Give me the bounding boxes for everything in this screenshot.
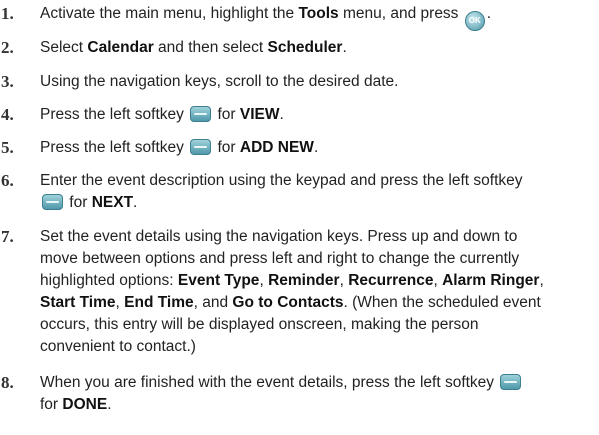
step-text: Enter the event description using the ke… bbox=[40, 170, 596, 214]
text-run: occurs, this entry will be displayed ons… bbox=[40, 316, 479, 333]
step-line: highlighted options: Event Type, Reminde… bbox=[40, 270, 596, 292]
text-run: . bbox=[342, 39, 347, 56]
step-line: for NEXT. bbox=[40, 192, 596, 214]
step-line: Select Calendar and then select Schedule… bbox=[40, 37, 596, 59]
text-run: for bbox=[40, 396, 63, 413]
step-text: Set the event details using the navigati… bbox=[40, 226, 596, 358]
text-run: Activate the main menu, highlight the bbox=[40, 5, 299, 22]
step-line: move between options and press left and … bbox=[40, 248, 596, 270]
text-run: Set the event details using the navigati… bbox=[40, 228, 518, 245]
step-line: occurs, this entry will be displayed ons… bbox=[40, 314, 596, 336]
key-term: Calendar bbox=[87, 39, 154, 56]
step-number: 8. bbox=[1, 373, 14, 392]
text-run: for bbox=[213, 106, 240, 123]
text-run: move between options and press left and … bbox=[40, 250, 520, 267]
key-term: Alarm Ringer bbox=[442, 272, 540, 289]
step-number: 5. bbox=[1, 138, 14, 157]
key-term: NEXT bbox=[91, 194, 134, 211]
text-run: . bbox=[133, 194, 138, 211]
ok-key-icon: OK bbox=[464, 11, 485, 31]
key-term: End Time bbox=[124, 294, 194, 311]
softkey-icon bbox=[190, 106, 212, 122]
text-run: Enter the event description using the ke… bbox=[40, 172, 523, 189]
text-run: , and bbox=[193, 294, 233, 311]
text-run: , bbox=[539, 272, 544, 289]
step-text: When you are finished with the event det… bbox=[40, 372, 596, 416]
step-text: Activate the main menu, highlight the To… bbox=[40, 3, 596, 31]
step-number: 1. bbox=[1, 4, 14, 23]
text-run: , bbox=[115, 294, 125, 311]
step-line: Enter the event description using the ke… bbox=[40, 170, 596, 192]
step-number: 6. bbox=[1, 171, 14, 190]
text-run: Select bbox=[40, 39, 88, 56]
step-text: Using the navigation keys, scroll to the… bbox=[40, 71, 596, 93]
step-line: Press the left softkey for ADD NEW. bbox=[40, 137, 596, 159]
key-term: Scheduler bbox=[267, 39, 343, 56]
key-term: VIEW bbox=[239, 106, 280, 123]
key-term: Reminder bbox=[268, 272, 340, 289]
text-run: . bbox=[279, 106, 284, 123]
text-run: highlighted options: bbox=[40, 272, 178, 289]
key-term: Go to Contacts bbox=[232, 294, 344, 311]
softkey-icon bbox=[190, 139, 212, 155]
text-run: Press the left softkey bbox=[40, 106, 189, 123]
text-run: Using the navigation keys, scroll to the… bbox=[40, 73, 399, 90]
key-term: Tools bbox=[298, 5, 339, 22]
step-text: Select Calendar and then select Schedule… bbox=[40, 37, 596, 59]
text-run: , bbox=[433, 272, 443, 289]
step-line: Start Time, End Time, and Go to Contacts… bbox=[40, 292, 596, 314]
text-run: menu, and press bbox=[338, 5, 463, 22]
key-term: Event Type bbox=[177, 272, 260, 289]
step-line: Using the navigation keys, scroll to the… bbox=[40, 71, 596, 93]
text-run: and then select bbox=[153, 39, 268, 56]
softkey-icon bbox=[42, 194, 63, 210]
step-number: 4. bbox=[1, 105, 14, 124]
step-number: 2. bbox=[1, 38, 14, 57]
text-run: Press the left softkey bbox=[40, 139, 189, 156]
text-run: . bbox=[107, 396, 112, 413]
step-line: for DONE. bbox=[40, 394, 596, 416]
step-line: convenient to contact.) bbox=[40, 336, 596, 358]
step-line: Press the left softkey for VIEW. bbox=[40, 104, 596, 126]
key-term: Recurrence bbox=[348, 272, 434, 289]
key-term: DONE bbox=[62, 396, 108, 413]
step-number: 3. bbox=[1, 72, 14, 91]
step-number: 7. bbox=[1, 227, 14, 246]
step-text: Press the left softkey for VIEW. bbox=[40, 104, 596, 126]
text-run: , bbox=[259, 272, 269, 289]
text-run: . bbox=[486, 5, 492, 22]
key-term: ADD NEW bbox=[239, 139, 314, 156]
key-term: Start Time bbox=[40, 294, 116, 311]
step-text: Press the left softkey for ADD NEW. bbox=[40, 137, 596, 159]
text-run: for bbox=[213, 139, 240, 156]
text-run: . bbox=[313, 139, 319, 156]
step-line: When you are finished with the event det… bbox=[40, 372, 596, 394]
text-run: convenient to contact.) bbox=[40, 338, 196, 355]
text-run: , bbox=[339, 272, 349, 289]
step-line: Set the event details using the navigati… bbox=[40, 226, 596, 248]
text-run: When you are finished with the event det… bbox=[40, 374, 499, 391]
softkey-icon bbox=[500, 374, 522, 390]
text-run: . (When the scheduled event bbox=[343, 294, 541, 311]
step-line: Activate the main menu, highlight the To… bbox=[40, 3, 596, 31]
text-run: for bbox=[65, 194, 92, 211]
